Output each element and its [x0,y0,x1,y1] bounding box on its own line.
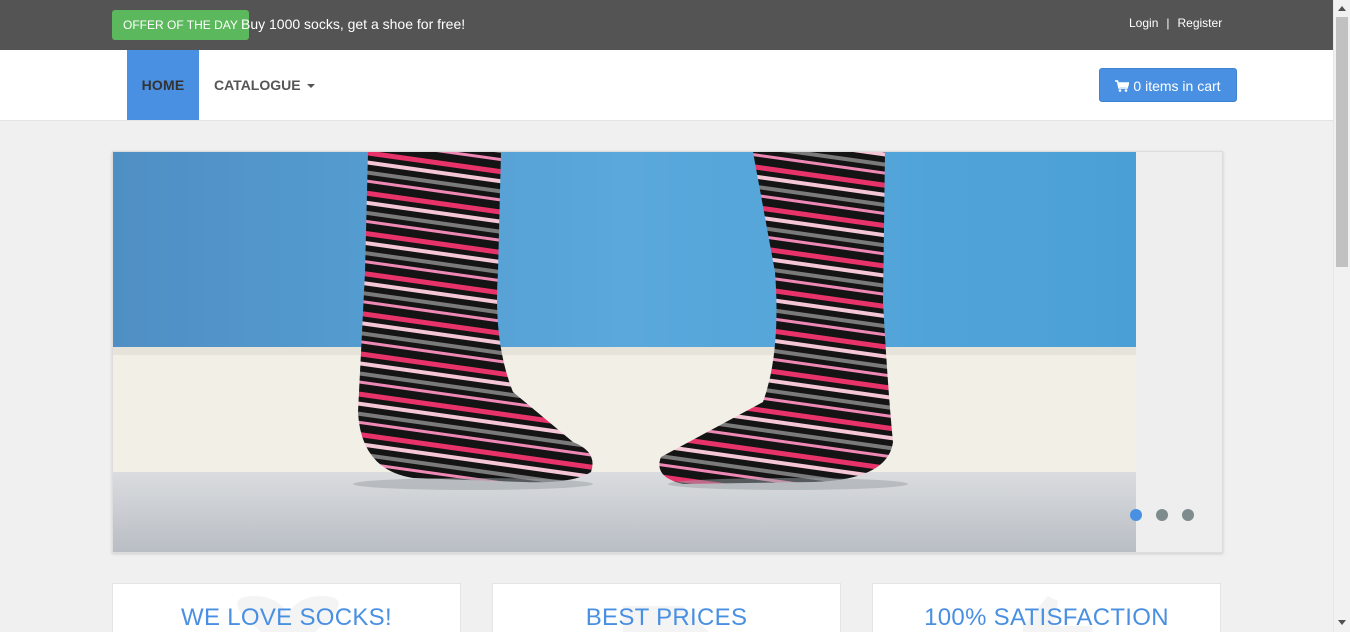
feature-title: WE LOVE SOCKS! [181,604,392,631]
scroll-up-icon[interactable] [1338,6,1346,11]
separator: | [1166,16,1170,30]
offer-bar: OFFER OF THE DAY Buy 1000 socks, get a s… [0,0,1333,50]
feature-box-satisfaction: 100% SATISFACTION [872,583,1221,632]
feature-title: 100% SATISFACTION [924,604,1169,631]
login-link[interactable]: Login [1129,15,1158,31]
offer-text: Buy 1000 socks, get a shoe for free! [241,16,466,32]
carousel-dot-1[interactable] [1130,509,1142,521]
main-navbar: HOME CATALOGUE 0 items in cart [0,50,1333,121]
nav-home[interactable]: HOME [127,50,199,120]
carousel-indicators [1130,509,1194,521]
nav-catalogue[interactable]: CATALOGUE [214,50,315,120]
feature-box-prices: BEST PRICES [492,583,841,632]
cart-button[interactable]: 0 items in cart [1099,68,1237,102]
scroll-down-icon[interactable] [1338,620,1346,625]
carousel-dot-2[interactable] [1156,509,1168,521]
offer-badge: OFFER OF THE DAY [112,10,249,40]
hero-carousel [112,151,1223,553]
scrollbar-thumb[interactable] [1336,17,1348,267]
feature-box-socks: WE LOVE SOCKS! [112,583,461,632]
carousel-dot-3[interactable] [1182,509,1194,521]
nav-catalogue-label: CATALOGUE [214,77,301,93]
cart-button-label: 0 items in cart [1133,78,1221,94]
page-scrollbar[interactable] [1333,0,1350,632]
socks-hero-image [113,152,1136,552]
feature-title: BEST PRICES [585,604,748,631]
account-links: Login | Register [1129,15,1222,31]
chevron-down-icon [306,84,315,89]
register-link[interactable]: Register [1178,15,1223,31]
shopping-cart-icon [1115,80,1130,92]
